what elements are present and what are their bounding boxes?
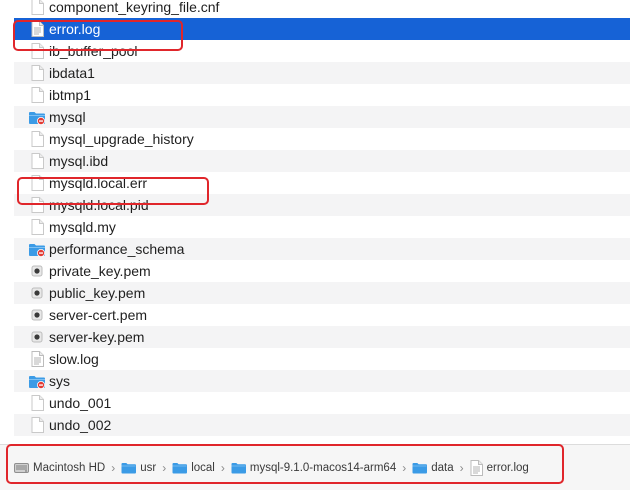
breadcrumb: Macintosh HD › usr › local › mysql-9.1.0-macos…	[14, 458, 529, 478]
file-name: private_key.pem	[49, 263, 151, 279]
file-name: mysql	[49, 109, 86, 125]
file-name: public_key.pem	[49, 285, 146, 301]
restricted-folder-icon	[28, 240, 46, 258]
file-row[interactable]: ibtmp1	[14, 84, 630, 106]
file-row[interactable]: ib_buffer_pool	[14, 40, 630, 62]
file-row[interactable]: undo_001	[14, 392, 630, 414]
folder-icon	[121, 462, 137, 474]
document-icon	[28, 42, 46, 60]
file-name: component_keyring_file.cnf	[49, 0, 220, 15]
restricted-folder-icon	[28, 372, 46, 390]
file-row[interactable]: server-cert.pem	[14, 304, 630, 326]
document-icon	[28, 86, 46, 104]
breadcrumb-item[interactable]: error.log	[470, 460, 529, 476]
document-icon	[28, 416, 46, 434]
file-name: mysqld.local.err	[49, 175, 148, 191]
document-icon	[28, 0, 46, 16]
file-name: ibdata1	[49, 65, 95, 81]
folder-icon	[412, 462, 428, 474]
file-name: sys	[49, 373, 70, 389]
file-name: mysql_upgrade_history	[49, 131, 194, 147]
certificate-icon	[28, 284, 46, 302]
file-name: mysql.ibd	[49, 153, 109, 169]
breadcrumb-item[interactable]: data	[412, 462, 454, 474]
file-name: slow.log	[49, 351, 99, 367]
breadcrumb-separator: ›	[402, 461, 407, 475]
file-name: mysqld.local.pid	[49, 197, 149, 213]
breadcrumb-label: Macintosh HD	[33, 462, 106, 474]
file-row[interactable]: sys	[14, 370, 630, 392]
file-row[interactable]: error.log	[14, 18, 630, 40]
file-name: undo_002	[49, 417, 112, 433]
file-row[interactable]: undo_002	[14, 414, 630, 436]
breadcrumb-separator: ›	[111, 461, 116, 475]
file-name: mysqld.my	[49, 219, 116, 235]
breadcrumb-item[interactable]: usr	[121, 462, 156, 474]
document-icon	[28, 64, 46, 82]
folder-icon	[172, 462, 188, 474]
breadcrumb-item[interactable]: mysql-9.1.0-macos14-arm64	[231, 462, 396, 474]
breadcrumb-separator: ›	[220, 461, 225, 475]
log-file-icon	[470, 460, 483, 476]
file-row[interactable]: server-key.pem	[14, 326, 630, 348]
file-row[interactable]: slow.log	[14, 348, 630, 370]
document-icon	[28, 174, 46, 192]
file-list: component_keyring_file.cnf error.log ib_bu…	[0, 0, 630, 444]
file-row[interactable]: mysql	[14, 106, 630, 128]
restricted-folder-icon	[28, 108, 46, 126]
file-name: ibtmp1	[49, 87, 92, 103]
file-row[interactable]: mysqld.local.err	[14, 172, 630, 194]
document-icon	[28, 152, 46, 170]
breadcrumb-separator: ›	[459, 461, 464, 475]
breadcrumb-label: local	[191, 462, 215, 474]
file-name: undo_001	[49, 395, 112, 411]
document-icon	[28, 130, 46, 148]
file-name: performance_schema	[49, 241, 185, 257]
breadcrumb-label: usr	[140, 462, 157, 474]
file-row[interactable]: public_key.pem	[14, 282, 630, 304]
breadcrumb-label: data	[431, 462, 454, 474]
breadcrumb-label: mysql-9.1.0-macos14-arm64	[249, 462, 397, 474]
folder-icon	[231, 462, 246, 474]
certificate-icon	[28, 328, 46, 346]
breadcrumb-item[interactable]: Macintosh HD	[14, 462, 105, 474]
breadcrumb-separator: ›	[162, 461, 167, 475]
file-row[interactable]: private_key.pem	[14, 260, 630, 282]
file-row[interactable]: mysql.ibd	[14, 150, 630, 172]
log-file-icon	[28, 350, 46, 368]
file-row[interactable]: mysqld.my	[14, 216, 630, 238]
file-row[interactable]: mysqld.local.pid	[14, 194, 630, 216]
breadcrumb-item[interactable]: local	[172, 462, 215, 474]
log-file-icon	[28, 20, 46, 38]
hard-drive-icon	[14, 462, 29, 474]
certificate-icon	[28, 262, 46, 280]
file-row[interactable]: ibdata1	[14, 62, 630, 84]
breadcrumb-label: error.log	[486, 462, 529, 474]
document-icon	[28, 196, 46, 214]
file-name: server-key.pem	[49, 329, 145, 345]
document-icon	[28, 218, 46, 236]
file-name: server-cert.pem	[49, 307, 148, 323]
file-name: ib_buffer_pool	[49, 43, 138, 59]
document-icon	[28, 394, 46, 412]
certificate-icon	[28, 306, 46, 324]
path-bar: Macintosh HD › usr › local › mysql-9.1.0-macos…	[0, 444, 630, 490]
file-row[interactable]: component_keyring_file.cnf	[14, 0, 630, 18]
file-row[interactable]: performance_schema	[14, 238, 630, 260]
file-name: error.log	[49, 21, 101, 37]
file-row[interactable]: mysql_upgrade_history	[14, 128, 630, 150]
